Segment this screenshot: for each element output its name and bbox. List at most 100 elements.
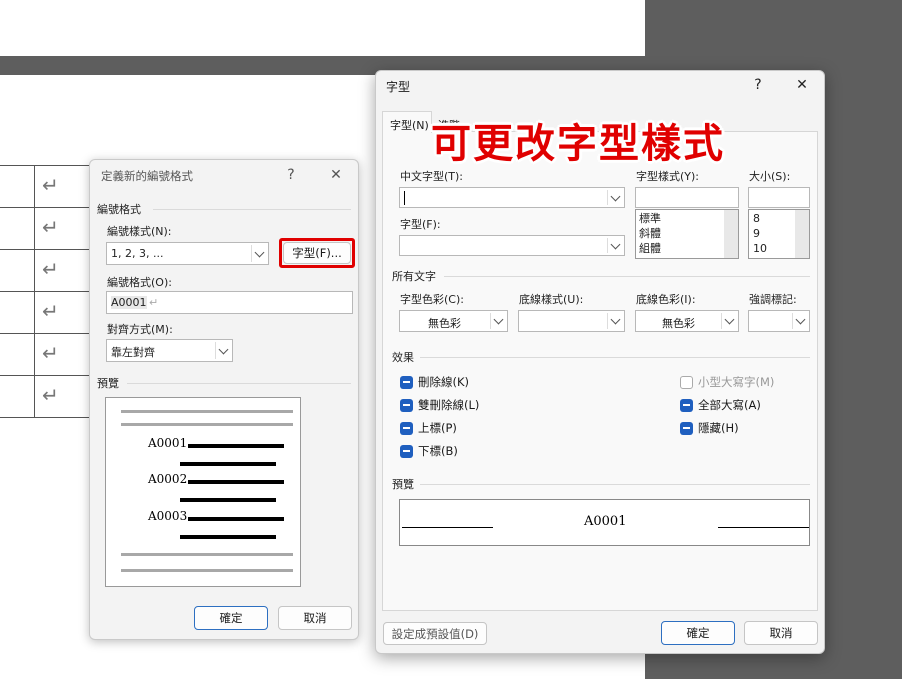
preview-line bbox=[121, 410, 293, 413]
list-item[interactable]: 組體 bbox=[639, 241, 661, 256]
preview-line bbox=[121, 423, 293, 426]
alignment-label: 對齊方式(M): bbox=[107, 323, 173, 336]
dropdown-divider bbox=[490, 313, 491, 329]
dropdown-divider bbox=[607, 238, 608, 253]
chevron-down-icon bbox=[611, 241, 621, 251]
number-style-label: 編號樣式(N): bbox=[107, 225, 172, 238]
paragraph-mark: ↵ bbox=[42, 215, 59, 239]
superscript-checkbox[interactable]: 上標(P) bbox=[400, 420, 457, 436]
chevron-down-icon bbox=[725, 316, 735, 326]
list-scrollbar[interactable] bbox=[795, 210, 809, 258]
hidden-checkbox[interactable]: 隱藏(H) bbox=[680, 420, 739, 436]
east-asian-font-dropdown[interactable] bbox=[399, 187, 625, 208]
font-color-dropdown[interactable]: 無色彩 bbox=[399, 310, 508, 332]
chevron-down-icon bbox=[219, 346, 229, 356]
underline-color-value: 無色彩 bbox=[662, 317, 695, 330]
separator bbox=[420, 357, 810, 358]
font-color-value: 無色彩 bbox=[428, 317, 461, 330]
set-default-button[interactable]: 設定成預設值(D) bbox=[383, 622, 487, 645]
close-button[interactable]: ✕ bbox=[328, 167, 344, 183]
chevron-down-icon bbox=[611, 193, 621, 203]
all-text-label: 所有文字 bbox=[392, 270, 436, 283]
chevron-down-icon bbox=[494, 316, 504, 326]
alignment-dropdown[interactable]: 靠左對齊 bbox=[106, 339, 233, 362]
cancel-button[interactable]: 取消 bbox=[744, 621, 818, 645]
tab-font-label: 字型(N) bbox=[390, 119, 429, 132]
size-input[interactable] bbox=[748, 187, 810, 208]
text-cursor bbox=[404, 191, 405, 205]
chevron-down-icon bbox=[611, 316, 621, 326]
document-table: ↵ ↵ ↵ ↵ ↵ ↵ bbox=[0, 165, 100, 418]
font-style-label: 字型樣式(Y): bbox=[636, 170, 700, 183]
number-style-dropdown[interactable]: 1, 2, 3, ... bbox=[106, 242, 269, 265]
dropdown-divider bbox=[251, 245, 252, 262]
paragraph-mark: ↵ bbox=[42, 257, 59, 281]
preview-line bbox=[180, 535, 276, 539]
close-button[interactable]: ✕ bbox=[794, 77, 810, 93]
table-border bbox=[0, 333, 100, 334]
preview-label: 預覽 bbox=[392, 478, 414, 491]
list-item[interactable]: 10 bbox=[753, 241, 767, 256]
list-scrollbar[interactable] bbox=[724, 210, 738, 258]
size-list[interactable]: 8 9 10 bbox=[748, 209, 810, 259]
list-item[interactable]: 斜體 bbox=[639, 226, 661, 241]
emphasis-label: 強調標記: bbox=[749, 293, 797, 306]
table-border bbox=[0, 375, 100, 376]
checkbox-label: 小型大寫字(M) bbox=[698, 375, 775, 389]
list-item[interactable]: 9 bbox=[753, 226, 760, 241]
font-color-label: 字型色彩(C): bbox=[400, 293, 464, 306]
dropdown-divider bbox=[792, 313, 793, 329]
font-style-input[interactable] bbox=[635, 187, 739, 208]
number-format-label: 編號格式(O): bbox=[107, 276, 172, 289]
checkbox-label: 全部大寫(A) bbox=[698, 398, 761, 412]
small-caps-checkbox[interactable]: 小型大寫字(M) bbox=[680, 374, 774, 390]
underline-color-dropdown[interactable]: 無色彩 bbox=[635, 310, 739, 332]
dialog-title: 定義新的編號格式 bbox=[101, 169, 193, 183]
preview-label: 預覽 bbox=[97, 377, 119, 390]
checkbox-box bbox=[400, 421, 413, 435]
effects-label: 效果 bbox=[392, 351, 414, 364]
separator bbox=[127, 383, 351, 384]
ok-button[interactable]: 確定 bbox=[194, 606, 268, 630]
strikethrough-checkbox[interactable]: 刪除線(K) bbox=[400, 374, 469, 390]
ok-button[interactable]: 確定 bbox=[661, 621, 735, 645]
subscript-checkbox[interactable]: 下標(B) bbox=[400, 443, 458, 459]
dropdown-divider bbox=[607, 313, 608, 329]
font-dropdown[interactable] bbox=[399, 235, 625, 256]
preview-line bbox=[180, 462, 276, 466]
preview-line bbox=[121, 553, 293, 556]
checkbox-label: 刪除線(K) bbox=[418, 375, 470, 389]
tab-font[interactable]: 字型(N) bbox=[382, 111, 432, 133]
number-format-input[interactable]: A0001 ↵ bbox=[106, 291, 353, 314]
font-button[interactable]: 字型(F)... bbox=[283, 242, 351, 264]
preview-item: A0003 bbox=[148, 509, 188, 523]
table-border bbox=[0, 249, 100, 250]
chevron-down-icon bbox=[796, 316, 806, 326]
help-button[interactable]: ? bbox=[750, 77, 766, 93]
emphasis-dropdown[interactable] bbox=[748, 310, 810, 332]
checkbox-label: 上標(P) bbox=[418, 421, 457, 435]
cancel-button[interactable]: 取消 bbox=[278, 606, 352, 630]
checkbox-label: 隱藏(H) bbox=[698, 421, 739, 435]
list-item[interactable]: 8 bbox=[753, 211, 760, 226]
font-style-list[interactable]: 標準 斜體 組體 bbox=[635, 209, 739, 259]
list-item[interactable]: 標準 bbox=[639, 211, 661, 226]
table-border bbox=[0, 417, 100, 418]
define-number-format-dialog: 定義新的編號格式 ? ✕ 編號格式 編號樣式(N): 1, 2, 3, ... … bbox=[89, 159, 359, 640]
document-page-top bbox=[0, 0, 645, 56]
underline-style-label: 底線樣式(U): bbox=[519, 293, 584, 306]
help-button[interactable]: ? bbox=[283, 167, 299, 183]
preview-item: A0002 bbox=[148, 472, 188, 486]
double-strikethrough-checkbox[interactable]: 雙刪除線(L) bbox=[400, 397, 479, 413]
checkbox-box bbox=[400, 398, 413, 412]
font-dialog: 字型 ? ✕ 字型(N) 進階 可更改字型樣式 中文字型(T): 字型(F): … bbox=[375, 70, 825, 654]
dropdown-divider bbox=[607, 190, 608, 205]
paragraph-mark: ↵ bbox=[149, 296, 159, 309]
all-caps-checkbox[interactable]: 全部大寫(A) bbox=[680, 397, 761, 413]
alignment-value: 靠左對齊 bbox=[111, 346, 155, 359]
underline-style-dropdown[interactable] bbox=[518, 310, 625, 332]
section-number-format: 編號格式 bbox=[97, 203, 141, 216]
separator bbox=[420, 484, 810, 485]
checkbox-label: 下標(B) bbox=[418, 444, 458, 458]
preview-line bbox=[188, 480, 284, 484]
